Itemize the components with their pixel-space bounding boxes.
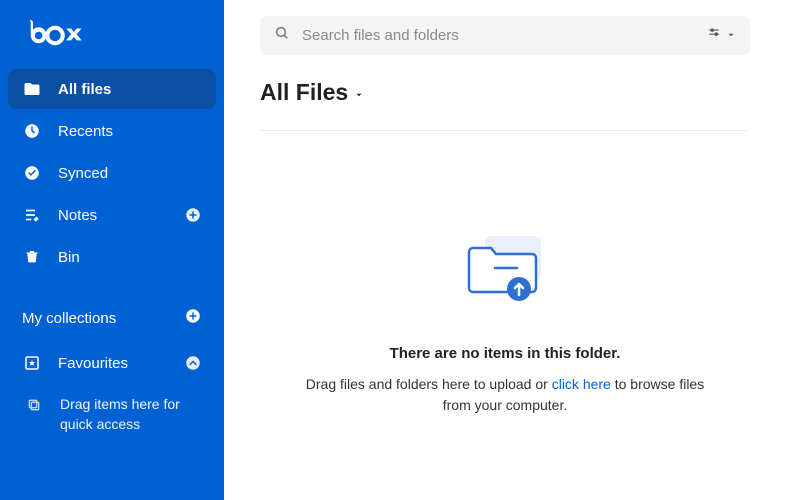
empty-state: There are no items in this folder. Drag … [260,131,750,484]
sliders-icon [706,26,722,45]
sidebar-item-all-files[interactable]: All files [8,69,216,109]
sidebar-item-synced[interactable]: Synced [8,153,216,193]
check-circle-icon [22,163,42,183]
empty-pre-text: Drag files and folders here to upload or [306,376,552,392]
star-icon [22,353,42,373]
search-input[interactable] [302,27,706,44]
sidebar-item-bin[interactable]: Bin [8,237,216,277]
plus-icon[interactable] [184,206,202,224]
sidebar: All files Recents Synced Notes Bin My co… [0,0,224,500]
caret-down-icon [354,79,364,106]
empty-folder-upload-icon [455,230,555,315]
sidebar-item-label: Notes [58,207,184,224]
sidebar-item-label: Recents [58,123,202,140]
search-icon [274,25,290,46]
drag-hint-text: Drag items here for quick access [60,395,202,434]
empty-headline: There are no items in this folder. [390,345,621,362]
filter-button[interactable] [706,26,736,45]
sidebar-item-notes[interactable]: Notes [8,195,216,235]
favourites-drag-hint: Drag items here for quick access [8,385,216,444]
search-bar[interactable] [260,16,750,55]
main-content: All Files There are no items in this fol… [224,0,786,500]
trash-icon [22,247,42,267]
clock-icon [22,121,42,141]
notes-icon [22,205,42,225]
folder-icon [22,79,42,99]
page-title[interactable]: All Files [260,79,750,130]
sidebar-item-label: Synced [58,165,202,182]
plus-icon[interactable] [184,307,202,329]
copy-icon [26,397,44,415]
sidebar-item-label: Bin [58,249,202,266]
section-label: My collections [22,310,184,327]
sidebar-item-recents[interactable]: Recents [8,111,216,151]
my-collections-header[interactable]: My collections [8,297,216,339]
brand-logo[interactable] [8,12,216,69]
click-here-link[interactable]: click here [552,376,611,392]
sidebar-item-label: Favourites [58,355,184,372]
sidebar-item-favourites[interactable]: Favourites [8,343,216,383]
sidebar-item-label: All files [58,81,202,98]
page-title-text: All Files [260,79,348,106]
chevron-down-icon [726,27,736,45]
chevron-up-icon[interactable] [184,354,202,372]
empty-subtext: Drag files and folders here to upload or… [295,374,715,416]
